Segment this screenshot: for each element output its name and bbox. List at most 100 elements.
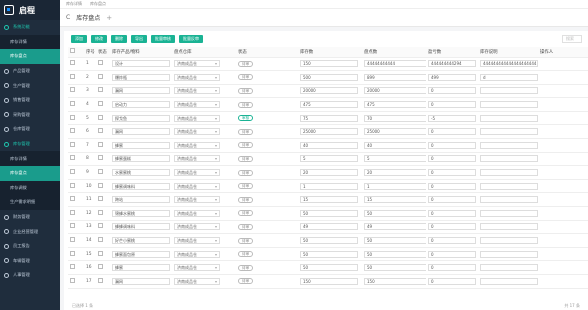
diff-qty-input[interactable]: 0 (428, 87, 476, 95)
sidebar-item-14[interactable]: 企业经营管理 (0, 224, 60, 239)
sidebar-item-0[interactable]: 系统功能 (0, 20, 60, 35)
search-input[interactable]: 搜索 (562, 35, 582, 43)
count-qty-input[interactable]: 15 (364, 196, 426, 204)
product-input[interactable]: 蜂蜜调味料 (112, 182, 170, 190)
remark-input[interactable] (480, 250, 538, 258)
product-input[interactable]: 探戈鱼 (112, 114, 170, 122)
count-qty-input[interactable]: 50 (364, 250, 426, 258)
diff-qty-input[interactable]: 499 (428, 73, 476, 81)
sidebar-item-16[interactable]: 车辆管理 (0, 254, 60, 269)
table-row[interactable]: 14好芒小蜜桃济南成品仓待审50500已审核 (68, 233, 588, 248)
refresh-icon[interactable]: C (66, 14, 70, 21)
product-input[interactable]: 好芒小蜜桃 (112, 237, 170, 245)
diff-qty-input[interactable]: 0 (428, 277, 476, 285)
batch-approve-button[interactable]: 批量审核 (151, 35, 175, 43)
row-checkbox[interactable] (70, 223, 75, 229)
batch-unapprove-button[interactable]: 批量反审 (179, 35, 203, 43)
stock-qty-input[interactable]: 150 (300, 277, 358, 285)
col-stock[interactable]: 库存数 (298, 47, 362, 58)
warehouse-select[interactable]: 济南成品仓 (174, 264, 220, 272)
diff-qty-input[interactable]: 0 (428, 223, 476, 231)
remark-input[interactable] (480, 237, 538, 245)
sidebar-item-11[interactable]: 库存调拨 (0, 180, 60, 196)
stock-qty-input[interactable]: 50 (300, 264, 358, 272)
stock-qty-input[interactable]: 150 (300, 60, 358, 68)
stock-qty-input[interactable]: 20 (300, 169, 358, 177)
product-input[interactable]: 漏网 (112, 277, 170, 285)
sidebar-item-5[interactable]: 销售管理 (0, 93, 60, 108)
row-checkbox[interactable] (70, 264, 75, 270)
sidebar-item-6[interactable]: 采购管理 (0, 108, 60, 123)
sidebar-item-3[interactable]: 产品管理 (0, 64, 60, 79)
sidebar-item-15[interactable]: 员工报告 (0, 239, 60, 254)
diff-qty-input[interactable]: 0 (428, 264, 476, 272)
count-qty-input[interactable]: 25000 (364, 128, 426, 136)
warehouse-select[interactable]: 济南成品仓 (174, 182, 220, 190)
diff-qty-input[interactable]: 0 (428, 209, 476, 217)
row-status-checkbox[interactable] (98, 209, 103, 215)
top-link-stock-check[interactable]: 库存盘点 (90, 1, 106, 7)
warehouse-select[interactable]: 济南成品仓 (174, 101, 220, 109)
table-row[interactable]: 7蜂蜜济南成品仓待审40400已审核 (68, 138, 588, 153)
count-qty-input[interactable]: 475 (364, 101, 426, 109)
row-status-checkbox[interactable] (98, 60, 103, 66)
row-status-checkbox[interactable] (98, 87, 103, 93)
row-checkbox[interactable] (70, 169, 75, 175)
count-qty-input[interactable]: 1 (364, 182, 426, 190)
table-row[interactable]: 13蜂蜂调味料济南成品仓待审49490已审核 (68, 220, 588, 235)
row-status-checkbox[interactable] (98, 114, 103, 120)
table-row[interactable]: 9水蜜蜜桃济南成品仓待审20200已审核 (68, 165, 588, 180)
tab-stock-check[interactable]: C 库存盘点 + (66, 13, 112, 23)
stock-qty-input[interactable]: 49 (300, 223, 358, 231)
row-checkbox[interactable] (70, 60, 75, 66)
remark-input[interactable] (480, 277, 538, 285)
warehouse-select[interactable]: 济南成品仓 (174, 223, 220, 231)
warehouse-select[interactable]: 济南成品仓 (174, 169, 220, 177)
add-tab-icon[interactable]: + (106, 14, 112, 22)
col-remark[interactable]: 库存说明 (478, 47, 538, 58)
stock-qty-input[interactable]: 1 (300, 182, 358, 190)
product-input[interactable]: 漏网 (112, 87, 170, 95)
row-checkbox[interactable] (70, 101, 75, 107)
sidebar-item-7[interactable]: 仓库管理 (0, 122, 60, 137)
sidebar-item-9[interactable]: 库存详情 (0, 151, 60, 166)
col-operator[interactable]: 操作人 (538, 47, 588, 58)
product-input[interactable]: 启动力 (112, 101, 170, 109)
row-checkbox[interactable] (70, 73, 75, 79)
remark-input[interactable] (480, 101, 538, 109)
warehouse-select[interactable]: 济南成品仓 (174, 114, 220, 122)
product-input[interactable]: 蜂蜜 (112, 141, 170, 149)
row-status-checkbox[interactable] (98, 155, 103, 161)
stock-qty-input[interactable]: 50 (300, 250, 358, 258)
table-row[interactable]: 5探戈鱼济南成品仓审核7570-5已审核 (68, 111, 588, 126)
count-qty-input[interactable]: 49 (364, 223, 426, 231)
table-row[interactable]: 16蜂蜜济南成品仓待审50500已审核 (68, 260, 588, 275)
warehouse-select[interactable]: 济南成品仓 (174, 87, 220, 95)
table-row[interactable]: 12锦蜂水蜜桃济南成品仓待审50500已审核 (68, 206, 588, 221)
warehouse-select[interactable]: 济南成品仓 (174, 196, 220, 204)
sidebar-item-8[interactable]: 库存管理 (0, 137, 60, 152)
sidebar-item-12[interactable]: 生产需求明细 (0, 195, 60, 210)
col-count[interactable]: 盘点数 (362, 47, 426, 58)
stock-qty-input[interactable]: 50 (300, 237, 358, 245)
row-status-checkbox[interactable] (98, 73, 103, 79)
product-input[interactable]: 锦蜂水蜜桃 (112, 209, 170, 217)
count-qty-input[interactable]: 899 (364, 73, 426, 81)
remark-input[interactable] (480, 223, 538, 231)
stock-qty-input[interactable]: 475 (300, 101, 358, 109)
stock-qty-input[interactable]: 5 (300, 155, 358, 163)
row-checkbox[interactable] (70, 250, 75, 256)
row-checkbox[interactable] (70, 277, 75, 283)
count-qty-input[interactable]: 40 (364, 141, 426, 149)
table-row[interactable]: 11跨站济南成品仓待审15150已审核 (68, 192, 588, 208)
product-input[interactable]: 跨站 (112, 196, 170, 204)
stock-qty-input[interactable]: 25000 (300, 128, 358, 136)
count-qty-input[interactable]: 20 (364, 169, 426, 177)
diff-qty-input[interactable]: 0 (428, 155, 476, 163)
table-row[interactable]: 17漏网济南成品仓待审1501500已审核 (68, 274, 588, 289)
diff-qty-input[interactable]: 444444444294 (428, 60, 476, 68)
row-status-checkbox[interactable] (98, 237, 103, 243)
col-product[interactable]: 库存产品/物料 (110, 47, 172, 58)
diff-qty-input[interactable]: 0 (428, 101, 476, 109)
stock-qty-input[interactable]: 75 (300, 114, 358, 122)
